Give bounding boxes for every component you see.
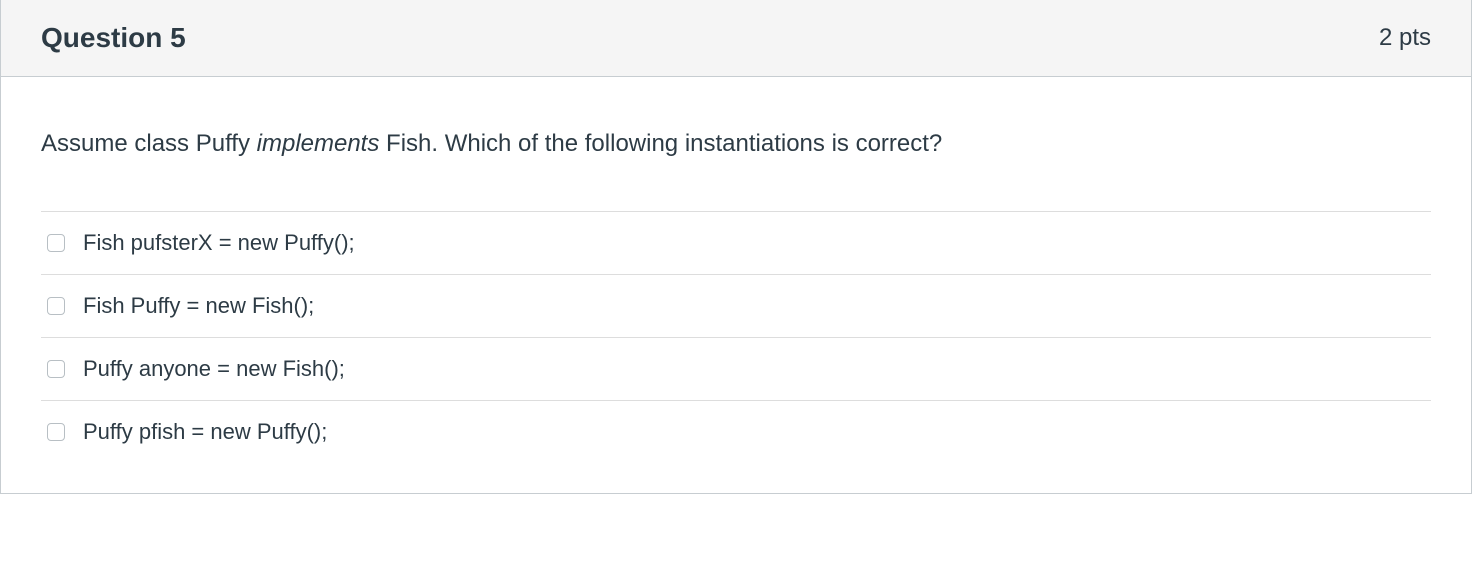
checkbox-icon[interactable] <box>47 297 65 315</box>
question-text-prefix: Assume class Puffy <box>41 130 257 157</box>
answer-label: Puffy anyone = new Fish(); <box>83 356 345 382</box>
checkbox-icon[interactable] <box>47 234 65 252</box>
question-title: Question 5 <box>41 22 186 54</box>
question-text-italic: implements <box>257 130 380 157</box>
answer-label: Puffy pfish = new Puffy(); <box>83 419 327 445</box>
question-container: Question 5 2 pts Assume class Puffy impl… <box>0 0 1472 494</box>
answer-row[interactable]: Fish Puffy = new Fish(); <box>41 274 1431 337</box>
question-points: 2 pts <box>1379 24 1431 52</box>
answer-label: Fish pufsterX = new Puffy(); <box>83 230 355 256</box>
question-body: Assume class Puffy implements Fish. Whic… <box>1 77 1471 493</box>
answer-row[interactable]: Fish pufsterX = new Puffy(); <box>41 211 1431 274</box>
answer-row[interactable]: Puffy pfish = new Puffy(); <box>41 400 1431 463</box>
answer-label: Fish Puffy = new Fish(); <box>83 293 314 319</box>
answers-list: Fish pufsterX = new Puffy(); Fish Puffy … <box>41 211 1431 463</box>
checkbox-icon[interactable] <box>47 423 65 441</box>
answer-row[interactable]: Puffy anyone = new Fish(); <box>41 337 1431 400</box>
checkbox-icon[interactable] <box>47 360 65 378</box>
question-text: Assume class Puffy implements Fish. Whic… <box>41 127 1431 161</box>
question-header: Question 5 2 pts <box>1 0 1471 77</box>
question-text-suffix: Fish. Which of the following instantiati… <box>379 130 942 157</box>
